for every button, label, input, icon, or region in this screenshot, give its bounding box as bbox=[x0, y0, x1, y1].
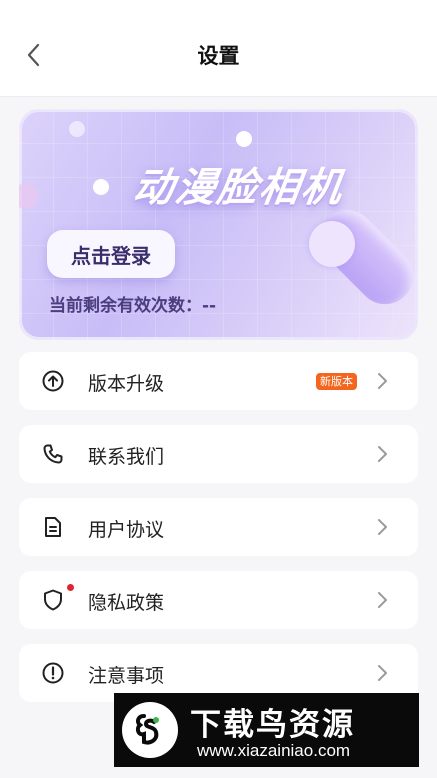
top-bar: 设置 bbox=[0, 0, 437, 97]
new-version-badge: 新版本 bbox=[316, 373, 357, 390]
menu-item-label: 隐私政策 bbox=[88, 592, 165, 614]
menu-item-privacy-policy[interactable]: 隐私政策 bbox=[19, 571, 418, 629]
login-button[interactable]: 点击登录 bbox=[47, 230, 175, 278]
menu-item-label: 注意事项 bbox=[88, 665, 165, 687]
menu-item-label: 用户协议 bbox=[88, 519, 165, 541]
banner-orb-decoration bbox=[93, 179, 109, 195]
alert-circle-icon bbox=[42, 662, 64, 684]
remaining-uses: 当前剩余有效次数：-- bbox=[49, 291, 216, 316]
menu-item-contact-us[interactable]: 联系我们 bbox=[19, 425, 418, 483]
chevron-right-icon bbox=[378, 373, 387, 389]
page-title: 设置 bbox=[197, 44, 240, 68]
remaining-uses-label: 当前剩余有效次数： bbox=[49, 296, 202, 316]
unread-dot bbox=[67, 584, 74, 591]
account-banner: 动漫脸相机 点击登录 当前剩余有效次数：-- bbox=[19, 109, 418, 340]
watermark: 下载鸟资源 www.xiazainiao.com bbox=[114, 693, 419, 767]
phone-icon bbox=[43, 444, 63, 464]
menu-item-label: 版本升级 bbox=[88, 373, 165, 395]
menu-item-label: 联系我们 bbox=[88, 446, 165, 468]
brand-title: 动漫脸相机 bbox=[130, 165, 347, 211]
chevron-right-icon bbox=[378, 592, 387, 608]
chevron-right-icon bbox=[378, 665, 387, 681]
document-icon bbox=[45, 517, 61, 537]
shield-icon bbox=[44, 589, 62, 611]
banner-orb-decoration bbox=[69, 121, 85, 137]
upgrade-arrow-icon bbox=[42, 370, 64, 392]
menu-item-user-agreement[interactable]: 用户协议 bbox=[19, 498, 418, 556]
remaining-uses-value: -- bbox=[202, 296, 217, 316]
banner-cylinder-cap-decoration bbox=[309, 221, 355, 267]
chevron-right-icon bbox=[378, 446, 387, 462]
banner-orb-decoration bbox=[236, 131, 252, 147]
chevron-right-icon bbox=[378, 519, 387, 535]
watermark-url: www.xiazainiao.com bbox=[197, 741, 351, 760]
watermark-logo-icon bbox=[122, 702, 178, 758]
watermark-name: 下载鸟资源 bbox=[190, 707, 355, 743]
menu-item-version-upgrade[interactable]: 版本升级 新版本 bbox=[19, 352, 418, 410]
